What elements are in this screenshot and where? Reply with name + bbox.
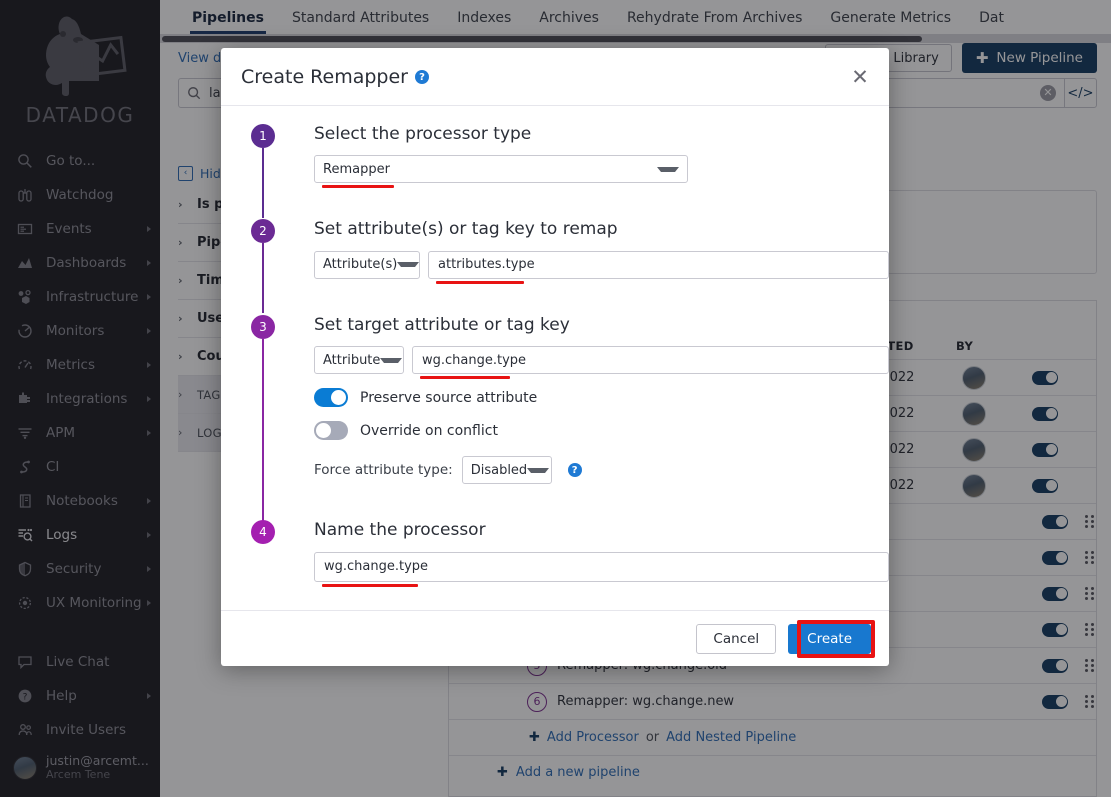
steps-container: 1 Select the processor type Remapper 2 S…	[221, 124, 889, 587]
create-remapper-modal: Create Remapper? ✕ 1 Select the processo…	[221, 48, 889, 666]
force-attribute-type-value: Disabled	[470, 462, 528, 478]
step-3-connector	[262, 338, 264, 531]
processor-type-value: Remapper	[323, 161, 390, 177]
processor-name-value: wg.change.type	[324, 559, 429, 575]
cancel-button[interactable]: Cancel	[696, 623, 777, 654]
step-1-title: Select the processor type	[314, 124, 532, 144]
force-attribute-type-row: Force attribute type: Disabled ?	[314, 456, 889, 485]
close-icon[interactable]: ✕	[847, 64, 873, 90]
step-3-title: Set target attribute or tag key	[314, 314, 570, 335]
preserve-source-attribute-label: Preserve source attribute	[360, 389, 538, 406]
step-1-connector	[262, 148, 264, 218]
source-kind-select[interactable]: Attribute(s)	[314, 250, 420, 279]
source-attribute-value: attributes.type	[438, 257, 535, 273]
step-1: 1 Select the processor type Remapper	[251, 124, 889, 218]
annotation-underline-processor-name	[322, 583, 418, 587]
source-kind-value: Attribute(s)	[323, 257, 398, 273]
modal-footer: Cancel Create	[221, 610, 889, 666]
annotation-underline-target-attribute	[420, 376, 510, 380]
step-2-title: Set attribute(s) or tag key to remap	[314, 219, 618, 240]
step-2-badge: 2	[251, 219, 275, 244]
step-2-connector	[262, 243, 264, 314]
annotation-underline-source-attribute	[436, 280, 524, 284]
target-kind-value: Attribute	[323, 352, 381, 368]
override-on-conflict-row: Override on conflict	[314, 421, 889, 441]
app-root: DATADOG Go to... Watchdog Events Dashboards…	[0, 0, 1111, 797]
target-attribute-input[interactable]: wg.change.type	[412, 346, 889, 375]
step-2: 2 Set attribute(s) or tag key to remap A…	[251, 219, 889, 314]
target-kind-select[interactable]: Attribute	[314, 346, 404, 375]
modal-header: Create Remapper? ✕	[221, 48, 889, 106]
modal-title-text: Create Remapper	[241, 65, 408, 88]
chevron-down-icon	[657, 166, 679, 172]
processor-type-select[interactable]: Remapper	[314, 155, 688, 184]
processor-name-input[interactable]: wg.change.type	[314, 551, 889, 582]
step-4-badge: 4	[251, 520, 275, 545]
step-3: 3 Set target attribute or tag key Attrib…	[251, 314, 889, 531]
override-on-conflict-label: Override on conflict	[360, 422, 498, 439]
preserve-source-attribute-row: Preserve source attribute	[314, 388, 889, 408]
step-1-badge: 1	[251, 124, 275, 148]
modal-body: 1 Select the processor type Remapper 2 S…	[221, 106, 889, 610]
override-on-conflict-toggle[interactable]	[314, 421, 348, 441]
force-attribute-help-icon[interactable]: ?	[567, 463, 582, 478]
help-icon[interactable]: ?	[414, 70, 429, 84]
step-4: 4 Name the processor wg.change.type	[251, 520, 889, 587]
create-button[interactable]: Create	[788, 623, 871, 654]
source-attribute-input[interactable]: attributes.type	[428, 250, 889, 279]
force-attribute-type-label: Force attribute type:	[314, 462, 453, 479]
step-3-badge: 3	[251, 314, 275, 339]
target-attribute-value: wg.change.type	[422, 352, 527, 368]
modal-title: Create Remapper?	[241, 66, 429, 88]
preserve-source-attribute-toggle[interactable]	[314, 388, 348, 408]
chevron-down-icon	[380, 357, 403, 363]
chevron-down-icon	[527, 467, 550, 473]
force-attribute-type-select[interactable]: Disabled	[461, 456, 552, 485]
chevron-down-icon	[397, 262, 420, 268]
step-4-title: Name the processor	[314, 520, 486, 541]
annotation-underline-processor-type	[322, 185, 394, 189]
